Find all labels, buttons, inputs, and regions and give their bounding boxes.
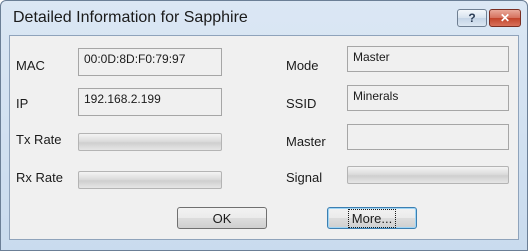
rx-rate-bar [78,171,222,189]
window-title: Detailed Information for Sapphire [13,9,248,26]
signal-bar [347,166,509,184]
title-bar[interactable]: Detailed Information for Sapphire ? ✕ [1,1,527,35]
ip-label: IP [16,96,29,111]
more-button[interactable]: More... [327,207,417,229]
master-field [347,124,509,150]
ok-button-label: OK [212,210,232,226]
signal-label: Signal [286,170,323,185]
help-icon: ? [468,11,476,25]
mode-field: Master [347,46,509,72]
ssid-field: Minerals [347,85,509,111]
tx-rate-bar [78,133,222,151]
mode-label: Mode [286,58,319,73]
close-icon: ✕ [499,11,511,25]
mac-label: MAC [16,58,45,73]
rx-rate-label: Rx Rate [16,170,63,185]
ok-button[interactable]: OK [177,207,267,229]
mac-field: 00:0D:8D:F0:79:97 [78,48,222,76]
help-button[interactable]: ? [457,9,487,27]
ssid-label: SSID [286,96,317,111]
more-button-label: More... [347,208,397,228]
close-button[interactable]: ✕ [489,9,521,27]
dialog-window: Detailed Information for Sapphire ? ✕ MA… [0,0,528,251]
ip-field: 192.168.2.199 [78,88,222,116]
master-label: Master [286,134,326,149]
tx-rate-label: Tx Rate [16,132,62,147]
dialog-body: MAC 00:0D:8D:F0:79:97 IP 192.168.2.199 T… [9,35,519,240]
